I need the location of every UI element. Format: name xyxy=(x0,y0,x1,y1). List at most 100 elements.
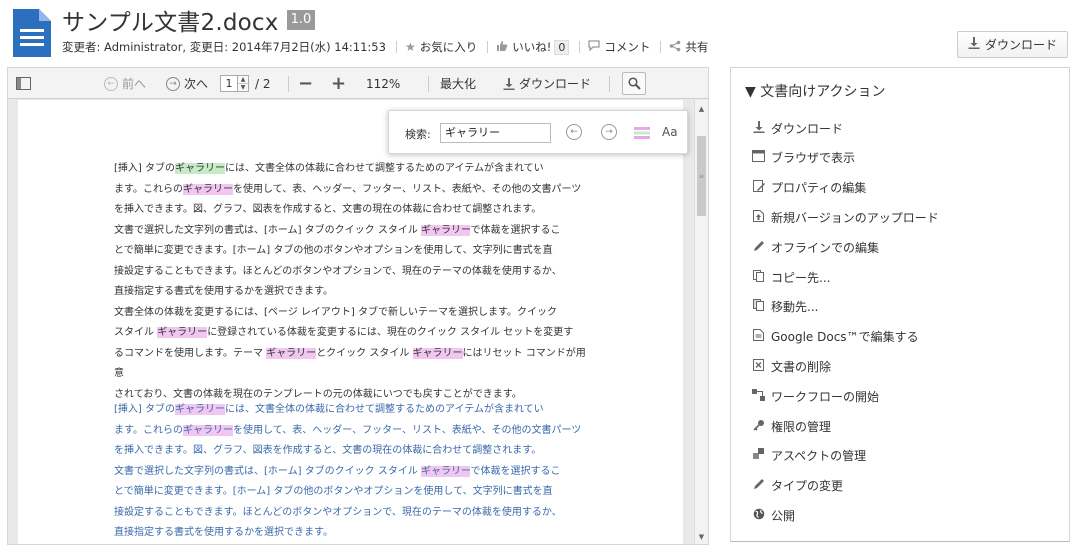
find-next-button[interactable]: → xyxy=(601,124,617,140)
text-segment: で体裁を選択するこ xyxy=(470,224,561,236)
text-segment: を使用して、表、ヘッダー、フッター、リスト、表紙や、その他の文書パーツ xyxy=(233,424,582,436)
title-row: サンプル文書2.docx 1.0 xyxy=(62,4,316,36)
prev-page-button[interactable]: ← 前へ xyxy=(104,68,146,99)
spinner-down-icon[interactable]: ▼ xyxy=(238,83,248,91)
key-icon xyxy=(751,419,766,434)
zoom-out-button[interactable]: − xyxy=(298,68,313,99)
prev-page-label: 前へ xyxy=(122,77,147,91)
search-match: ギャラリー xyxy=(421,224,471,236)
sidebar-toggle-button[interactable] xyxy=(16,68,31,99)
vertical-scrollbar[interactable]: ▲ ≡ ▼ xyxy=(694,100,708,544)
arrow-right-icon: → xyxy=(166,76,180,91)
action-item[interactable]: ダウンロード xyxy=(751,118,843,138)
pencil-icon xyxy=(751,240,766,255)
text-line: 文書で選択した文字列の書式は、[ホーム] タブのクイック スタイル ギャラリーで… xyxy=(114,462,594,483)
text-segment: を挿入できます。図、グラフ、図表を作成すると、文書の現在の体裁に合わせて調整され… xyxy=(114,445,542,456)
text-segment: [挿入] タブの xyxy=(114,163,175,174)
document-meta: 変更者: Administrator, 変更日: 2014年7月2日(水) 14… xyxy=(62,38,708,56)
find-previous-button[interactable]: ← xyxy=(566,124,582,140)
text-line: [挿入] タブのギャラリーには、文書全体の体裁に合わせて調整するためのアイテムが… xyxy=(114,400,594,421)
page-spinner[interactable]: ▲ ▼ xyxy=(238,75,249,92)
zoom-in-button[interactable]: + xyxy=(331,68,346,99)
search-match: ギャラリー xyxy=(157,327,208,338)
sidebar-toggle-icon xyxy=(16,77,31,90)
action-label: プロパティの編集 xyxy=(771,181,867,196)
text-line: 直接指定する書式を使用するかを選択できます。 xyxy=(114,282,594,303)
viewer-download-button[interactable]: ダウンロード xyxy=(503,68,591,99)
find-bar: 検索: ギャラリー ← → Aa xyxy=(388,110,688,154)
upload-version-icon xyxy=(751,209,766,225)
text-segment: 接設定することもできます。ほとんどのボタンやオプションで、現在のテーマの体裁を使… xyxy=(114,506,562,518)
action-label: オフラインでの編集 xyxy=(771,240,880,255)
text-line: 文書全体の体裁を変更するには、[ページ レイアウト] タブで新しいテーマを選択し… xyxy=(114,303,594,324)
paragraph-block-2: [挿入] タブのギャラリーには、文書全体の体裁に合わせて調整するためのアイテムが… xyxy=(114,400,594,544)
google-docs-icon xyxy=(751,329,766,344)
panel-title[interactable]: ▼ 文書向けアクション xyxy=(745,81,886,101)
text-line: ます。これらのギャラリーを使用して、表、ヘッダー、フッター、リスト、表紙や、その… xyxy=(114,180,594,201)
text-segment: には、文書全体の体裁に合わせて調整するためのアイテムが含まれてい xyxy=(224,163,544,174)
search-match: ギャラリー xyxy=(412,347,463,359)
zoom-level[interactable]: 112% xyxy=(366,68,400,99)
download-button[interactable]: ダウンロード xyxy=(957,31,1068,58)
action-label: 移動先... xyxy=(771,300,819,315)
page-number-control: 1 ▲ ▼ / 2 xyxy=(220,68,271,99)
star-icon: ★ xyxy=(404,40,416,54)
page-total: / 2 xyxy=(255,76,271,91)
search-match: ギャラリー xyxy=(183,424,233,436)
action-item[interactable]: コピー先... xyxy=(751,267,830,287)
arrow-left-icon: ← xyxy=(570,127,578,137)
text-line: 直接指定する書式を使用するかを選択できます。 xyxy=(114,523,594,544)
like-count-badge: 0 xyxy=(554,39,570,55)
thumbs-up-icon xyxy=(496,40,508,54)
text-segment: に登録されている体裁を変更するには、現在のクイック スタイル セットを変更す xyxy=(207,327,574,338)
match-case-button[interactable]: Aa xyxy=(662,125,678,139)
action-item[interactable]: 移動先... xyxy=(751,297,818,317)
action-item[interactable]: 公開 xyxy=(751,505,795,525)
find-input[interactable]: ギャラリー xyxy=(440,123,551,143)
action-item[interactable]: 文書の削除 xyxy=(751,356,831,376)
action-item[interactable]: タイプの変更 xyxy=(751,476,843,496)
search-icon xyxy=(627,77,641,90)
action-label: ワークフローの開始 xyxy=(771,389,880,404)
maximize-button[interactable]: 最大化 xyxy=(440,68,476,99)
pencil-icon xyxy=(751,478,766,493)
like-label: いいね! xyxy=(512,40,552,54)
action-item[interactable]: ブラウザで表示 xyxy=(751,148,855,168)
next-page-button[interactable]: → 次へ xyxy=(166,68,208,99)
search-button[interactable] xyxy=(622,72,646,95)
highlight-all-icon[interactable] xyxy=(634,126,650,139)
download-icon xyxy=(968,36,980,53)
action-item[interactable]: プロパティの編集 xyxy=(751,178,866,198)
page-number-input[interactable]: 1 xyxy=(220,75,238,92)
text-segment: 接設定することもできます。ほとんどのボタンやオプションで、現在のテーマの体裁を使… xyxy=(114,265,562,277)
favorite-button[interactable]: ★ お気に入り xyxy=(405,39,477,55)
action-label: 権限の管理 xyxy=(771,419,832,434)
action-label: アスペクトの管理 xyxy=(771,449,867,464)
action-item[interactable]: Google Docs™で編集する xyxy=(751,327,919,347)
text-segment: ます。これらの xyxy=(114,183,183,195)
scroll-up-icon[interactable]: ▲ xyxy=(695,102,708,116)
action-item[interactable]: 新規バージョンのアップロード xyxy=(751,207,939,227)
spinner-up-icon[interactable]: ▲ xyxy=(238,76,248,83)
text-segment: [挿入] タブの xyxy=(114,404,175,415)
scrollbar-thumb[interactable]: ≡ xyxy=(697,136,706,216)
action-item[interactable]: ワークフローの開始 xyxy=(751,386,879,406)
workflow-icon xyxy=(751,388,766,404)
text-segment: 直接指定する書式を使用するかを選択できます。 xyxy=(114,527,333,538)
search-match: ギャラリー xyxy=(421,465,471,477)
scroll-down-icon[interactable]: ▼ xyxy=(695,530,708,544)
document-scroll-area[interactable]: [挿入] タブのギャラリーには、文書全体の体裁に合わせて調整するためのアイテムが… xyxy=(8,100,693,544)
text-segment: で体裁を選択するこ xyxy=(470,465,561,477)
text-segment: 文書で選択した文字列の書式は、[ホーム] タブのクイック スタイル xyxy=(114,465,422,477)
like-button[interactable]: いいね! 0 xyxy=(496,39,570,55)
search-match: ギャラリー xyxy=(183,183,233,195)
action-item[interactable]: オフラインでの編集 xyxy=(751,237,879,257)
action-label: 公開 xyxy=(771,508,796,523)
action-item[interactable]: アスペクトの管理 xyxy=(751,446,866,466)
edit-properties-icon xyxy=(751,180,766,195)
current-search-match: ギャラリー xyxy=(174,163,225,174)
share-button[interactable]: 共有 xyxy=(669,39,708,55)
action-item[interactable]: 権限の管理 xyxy=(751,416,831,436)
text-line: スタイル ギャラリーに登録されている体裁を変更するには、現在のクイック スタイル… xyxy=(114,323,594,344)
comment-button[interactable]: コメント xyxy=(588,39,650,55)
